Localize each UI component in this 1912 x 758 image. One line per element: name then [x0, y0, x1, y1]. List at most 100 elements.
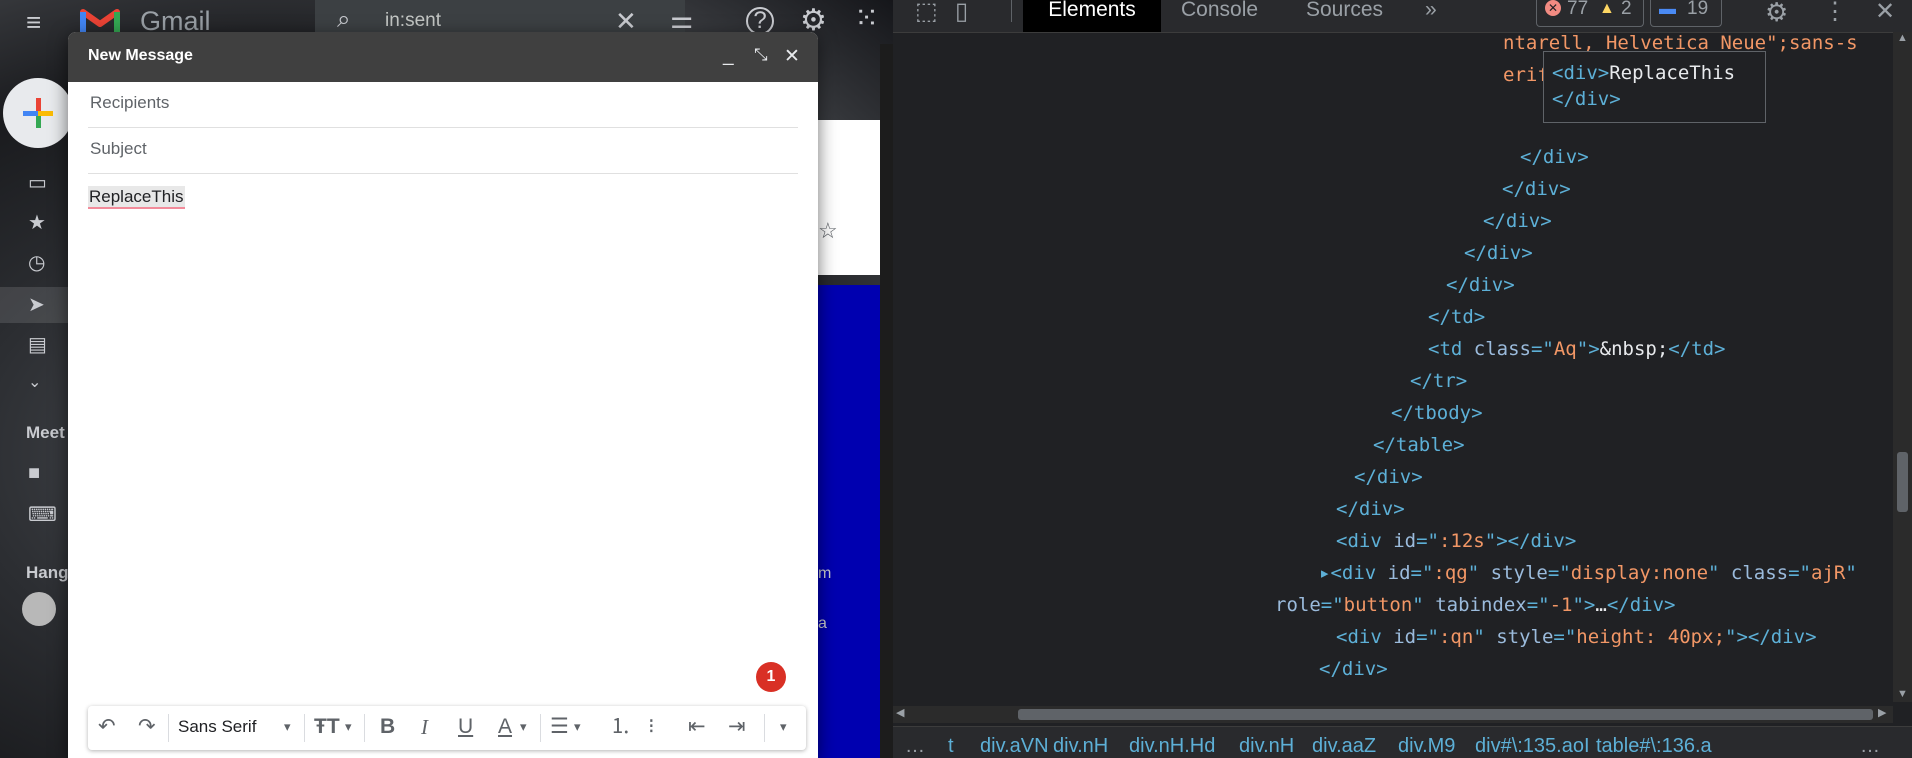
- clear-search-icon[interactable]: ✕: [615, 8, 637, 34]
- meet-label: Meet: [26, 423, 65, 442]
- blue-panel: m a: [818, 285, 880, 758]
- dom-line[interactable]: </table>: [1373, 434, 1465, 456]
- dom-line[interactable]: </div>: [1319, 658, 1388, 680]
- search-options-icon[interactable]: ⚌: [670, 6, 693, 32]
- breadcrumb-item[interactable]: t: [948, 735, 954, 758]
- dom-line[interactable]: </div>: [1446, 274, 1515, 296]
- side-fragment: m: [818, 565, 832, 582]
- underline-icon[interactable]: U: [458, 715, 473, 739]
- dom-line[interactable]: <div id=":12s"></div>: [1336, 530, 1576, 552]
- dom-line[interactable]: </div>: [1520, 146, 1589, 168]
- horizontal-scrollbar-thumb[interactable]: [1018, 709, 1873, 720]
- more-options-icon[interactable]: ⋮: [1823, 0, 1847, 24]
- tab-sources[interactable]: Sources: [1306, 0, 1383, 32]
- device-toolbar-icon[interactable]: ▯: [955, 0, 968, 24]
- dom-line[interactable]: </div>: [1502, 178, 1571, 200]
- search-icon[interactable]: ⌕: [337, 8, 350, 32]
- scroll-left-icon[interactable]: ◀: [896, 706, 904, 719]
- bold-icon[interactable]: B: [380, 715, 395, 739]
- dom-line[interactable]: </tr>: [1410, 370, 1467, 392]
- close-icon[interactable]: ✕: [784, 45, 800, 68]
- italic-icon[interactable]: I: [421, 715, 428, 739]
- align-dropdown-icon[interactable]: ▾: [574, 715, 581, 739]
- avatar[interactable]: [22, 592, 56, 626]
- apps-icon[interactable]: ⁙: [854, 4, 879, 34]
- video-icon[interactable]: ■: [28, 462, 40, 485]
- inbox-icon[interactable]: ▭: [28, 170, 47, 195]
- breadcrumb-item[interactable]: …: [905, 735, 925, 758]
- messages-counter[interactable]: ▬ 19: [1650, 0, 1722, 27]
- recipients-field[interactable]: [88, 92, 802, 114]
- dom-line[interactable]: <td class="Aq">&nbsp;</td>: [1428, 338, 1725, 360]
- more-tabs-icon[interactable]: »: [1425, 0, 1437, 32]
- align-icon[interactable]: ☰: [550, 715, 569, 739]
- breadcrumb-item[interactable]: div#\:135.aoI: [1475, 735, 1590, 758]
- toolbar-divider: [304, 714, 305, 742]
- scroll-right-icon[interactable]: ▶: [1878, 706, 1886, 719]
- compose-plus-icon[interactable]: [3, 78, 73, 148]
- tabbar-divider: [1011, 0, 1012, 22]
- undo-icon[interactable]: ↶: [98, 715, 116, 739]
- text-color-dropdown-icon[interactable]: ▾: [520, 715, 527, 739]
- dom-line[interactable]: ▸<div id=":qg" style="display:none" clas…: [1319, 562, 1857, 584]
- dom-line[interactable]: </div>: [1483, 210, 1552, 232]
- dom-line[interactable]: </td>: [1428, 306, 1485, 328]
- indent-less-icon[interactable]: ⇤: [688, 715, 706, 739]
- email-card[interactable]: ☆: [818, 120, 880, 275]
- settings-icon[interactable]: ⚙: [1765, 0, 1788, 25]
- dom-line[interactable]: </div>: [1464, 242, 1533, 264]
- snoozed-icon[interactable]: ◷: [28, 250, 45, 275]
- dom-tree[interactable]: ntarell, Helvetica Neue";sans-serif;font…: [893, 32, 1893, 702]
- dom-line[interactable]: </div>: [1354, 466, 1423, 488]
- message-body[interactable]: ReplaceThis: [88, 186, 185, 209]
- tab-elements[interactable]: Elements: [1023, 0, 1161, 32]
- inspect-element-icon[interactable]: ⬚: [915, 0, 938, 24]
- tab-elements-label: Elements: [1048, 0, 1136, 21]
- scroll-down-icon[interactable]: ▼: [1897, 688, 1908, 700]
- gmail-right-edge: [880, 44, 893, 758]
- breadcrumb-item[interactable]: …: [1860, 735, 1880, 758]
- vertical-scrollbar[interactable]: ▲ ▼: [1893, 32, 1912, 702]
- redo-icon[interactable]: ↷: [138, 715, 156, 739]
- font-select[interactable]: Sans Serif: [178, 717, 256, 737]
- tab-console[interactable]: Console: [1181, 0, 1258, 32]
- sent-icon[interactable]: ➤: [28, 292, 45, 317]
- text-size-dropdown-icon[interactable]: ▾: [345, 715, 352, 739]
- vertical-scrollbar-thumb[interactable]: [1897, 452, 1908, 512]
- dom-line[interactable]: </div>: [1336, 498, 1405, 520]
- numbered-list-icon[interactable]: ⒈: [610, 715, 631, 739]
- indent-more-icon[interactable]: ⇥: [728, 715, 746, 739]
- breadcrumb-item[interactable]: div.nH: [1053, 735, 1108, 758]
- horizontal-scrollbar[interactable]: ◀ ▶: [893, 706, 1893, 723]
- dom-line[interactable]: </tbody>: [1391, 402, 1483, 424]
- breadcrumb-item[interactable]: table#\:136.a: [1596, 735, 1712, 758]
- bulleted-list-icon[interactable]: ⁝: [648, 715, 655, 739]
- minimize-icon[interactable]: _: [723, 45, 734, 67]
- breadcrumb-item[interactable]: div.M9: [1398, 735, 1455, 758]
- more-formatting-icon[interactable]: ▾: [780, 715, 787, 739]
- pop-out-icon[interactable]: ⤡: [754, 45, 768, 65]
- drafts-icon[interactable]: ▤: [28, 332, 47, 357]
- errors-counter[interactable]: ✕ 77 ▲ 2: [1536, 0, 1644, 27]
- breadcrumb-item[interactable]: div.aVN: [980, 735, 1049, 758]
- more-icon[interactable]: ⌄: [28, 372, 41, 392]
- keyboard-icon[interactable]: ⌨: [28, 502, 57, 527]
- side-fragment: a: [818, 615, 827, 632]
- breadcrumb-item[interactable]: div.nH.Hd: [1129, 735, 1215, 758]
- font-dropdown-icon[interactable]: ▾: [284, 715, 291, 739]
- breadcrumb-item[interactable]: div.aaZ: [1312, 735, 1376, 758]
- star-icon[interactable]: ☆: [818, 218, 838, 244]
- breadcrumb-item[interactable]: div.nH: [1239, 735, 1294, 758]
- starred-icon[interactable]: ★: [28, 210, 46, 235]
- dom-line[interactable]: role="button" tabindex="-1">…</div>: [1275, 594, 1675, 616]
- scroll-up-icon[interactable]: ▲: [1897, 32, 1908, 44]
- text-size-icon[interactable]: ŦT: [314, 715, 340, 739]
- close-devtools-icon[interactable]: ✕: [1875, 0, 1895, 24]
- warnings-count: 2: [1621, 0, 1632, 19]
- dom-line[interactable]: <div id=":qn" style="height: 40px;"></di…: [1336, 626, 1817, 648]
- search-input[interactable]: in:sent: [385, 10, 441, 32]
- text-color-icon[interactable]: A: [498, 715, 512, 739]
- menu-icon[interactable]: ≡: [26, 9, 41, 35]
- subject-field[interactable]: [88, 138, 802, 160]
- help-icon[interactable]: ?: [746, 7, 774, 35]
